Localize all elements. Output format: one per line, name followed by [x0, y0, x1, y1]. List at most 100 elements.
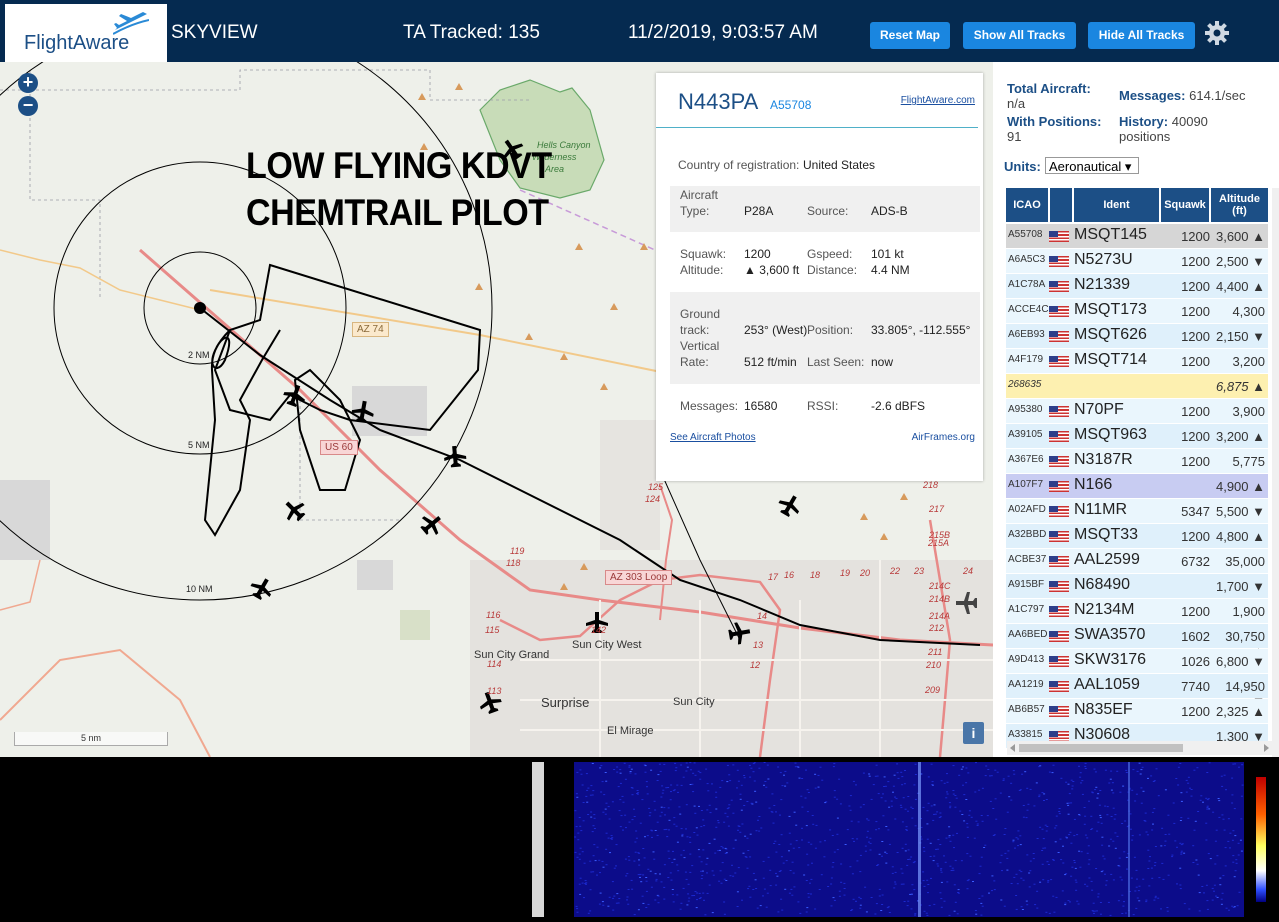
row-icao: A55708: [1008, 229, 1043, 240]
row-ident: MSQT626: [1074, 326, 1147, 343]
popup-section-track: [670, 292, 980, 384]
col-squawk[interactable]: Squawk: [1161, 188, 1209, 222]
tracked-count: TA Tracked: 135: [403, 22, 540, 43]
row-ident: N3187R: [1074, 451, 1133, 468]
messages-rate-value: 614.1/sec: [1189, 88, 1246, 103]
us-flag-icon: [1049, 606, 1069, 617]
exit-number-label: 125: [648, 482, 664, 492]
row-altitude: 3,200: [1232, 354, 1265, 369]
table-row[interactable]: A39105 MSQT963 1200 3,200 ▲: [1006, 424, 1268, 449]
exit-number-label: 114: [487, 659, 502, 669]
flightaware-link[interactable]: FlightAware.com: [901, 95, 975, 106]
place-label: Sun City Grand: [474, 649, 550, 661]
with-positions-label: With Positions:: [1007, 114, 1102, 129]
exit-number-label: 13: [753, 640, 764, 650]
col-altitude[interactable]: Altitude (ft): [1211, 188, 1268, 222]
gray-block: [0, 480, 50, 560]
units-select[interactable]: Aeronautical ▾: [1045, 157, 1139, 174]
table-row[interactable]: A1C78A N21339 1200 4,400 ▲: [1006, 274, 1268, 299]
road-label-us60: US 60: [320, 440, 358, 455]
row-icao: A367E6: [1008, 454, 1044, 465]
squawk-label: Squawk:: [680, 247, 727, 261]
table-row[interactable]: ACBE37 AAL2599 6732 35,000: [1006, 549, 1268, 574]
clock: 11/2/2019, 9:03:57 AM: [628, 22, 818, 43]
color-scale-bar: [1256, 777, 1266, 902]
table-row[interactable]: A55708 MSQT145 1200 3,600 ▲: [1006, 224, 1268, 249]
table-row[interactable]: A32BBD MSQT33 1200 4,800 ▲: [1006, 524, 1268, 549]
us-flag-icon: [1049, 431, 1069, 442]
units-label: Units:: [1004, 159, 1041, 174]
exit-number-label: 116: [486, 610, 501, 620]
table-row[interactable]: ACCE4C MSQT173 1200 4,300: [1006, 299, 1268, 324]
row-icao: AA6BED: [1008, 629, 1048, 640]
row-ident: MSQT714: [1074, 351, 1147, 368]
exit-number-label: 214A: [929, 611, 951, 621]
logo-text: FlightAware: [24, 32, 130, 54]
ring-label-5nm: 5 NM: [188, 440, 210, 450]
messages-value: 16580: [744, 399, 778, 413]
zoom-in-button[interactable]: +: [18, 73, 38, 93]
total-aircraft-value: n/a: [1007, 96, 1026, 111]
us-flag-icon: [1049, 656, 1069, 667]
table-row[interactable]: AB6B57 N835EF 1200 2,325 ▲: [1006, 699, 1268, 724]
us-flag-icon: [1049, 231, 1069, 242]
table-row[interactable]: A02AFD N11MR 5347 5,500 ▼: [1006, 499, 1268, 524]
airframes-link[interactable]: AirFrames.org: [912, 432, 975, 443]
row-icao: A32BBD: [1008, 529, 1047, 540]
table-scrollbar-h[interactable]: [1007, 741, 1272, 755]
row-ident: N166: [1074, 476, 1113, 493]
row-icao: A107F7: [1008, 479, 1044, 490]
row-icao: AA1219: [1008, 679, 1044, 690]
aircraft-photos-link[interactable]: See Aircraft Photos: [670, 432, 756, 443]
road-label-az74: AZ 74: [352, 322, 389, 337]
table-row[interactable]: AA6BEDSWA3570160230,750 ▲: [1006, 624, 1268, 659]
table-row[interactable]: 268635 6,875 ▲: [1006, 374, 1268, 399]
row-icao: A1C78A: [1008, 279, 1046, 290]
zoom-out-button[interactable]: −: [18, 96, 38, 116]
flightaware-logo[interactable]: FlightAware: [5, 4, 167, 62]
table-row[interactable]: A107F7 N166 4,900 ▲: [1006, 474, 1268, 499]
table-row[interactable]: A6A5C3 N5273U 1200 2,500 ▼: [1006, 249, 1268, 274]
table-row[interactable]: AA1219AAL1059774014,950 ▼: [1006, 674, 1268, 709]
map-info-button[interactable]: i: [963, 722, 984, 744]
row-altitude: 4,900 ▲: [1215, 479, 1265, 494]
col-flag[interactable]: [1050, 188, 1072, 222]
popup-hex: A55708: [770, 98, 812, 112]
exit-number-label: 210: [926, 660, 942, 670]
squawk-value: 1200: [744, 247, 771, 261]
road: [0, 559, 41, 611]
table-row[interactable]: A915BF N68490 1,700 ▼: [1006, 574, 1268, 599]
row-icao: A6EB93: [1008, 329, 1045, 340]
us-flag-icon: [1049, 406, 1069, 417]
row-ident: N11MR: [1074, 501, 1128, 518]
col-icao[interactable]: ICAO: [1006, 188, 1048, 222]
reset-map-button[interactable]: Reset Map: [870, 22, 950, 49]
row-ident: AAL2599: [1074, 551, 1140, 568]
country-value: United States: [803, 158, 876, 172]
aircraft-track: [213, 263, 482, 432]
table-row[interactable]: A95380 N70PF 1200 3,900: [1006, 399, 1268, 424]
header-bar: FlightAware SKYVIEW TA Tracked: 135 11/2…: [0, 0, 1279, 62]
hide-all-tracks-button[interactable]: Hide All Tracks: [1088, 22, 1195, 49]
table-row[interactable]: A6EB93 MSQT626 1200 2,150 ▼: [1006, 324, 1268, 349]
col-ident[interactable]: Ident: [1074, 188, 1159, 222]
rssi-value: -2.6 dBFS: [871, 399, 926, 413]
gear-icon[interactable]: [1204, 20, 1230, 46]
row-squawk: 1200: [1181, 429, 1210, 444]
us-flag-icon: [1049, 556, 1069, 567]
table-row[interactable]: A367E6 N3187R 1200 5,775: [1006, 449, 1268, 474]
source-value: ADS-B: [871, 204, 908, 218]
row-ident: N2134M: [1074, 601, 1135, 618]
table-row[interactable]: A9D413 SKW3176 1026 6,800 ▼: [1006, 649, 1268, 674]
us-flag-icon: [1049, 481, 1069, 492]
road-az74: [209, 289, 701, 381]
row-icao: A6A5C3: [1008, 254, 1046, 265]
rssi-label: RSSI:: [807, 399, 839, 413]
show-all-tracks-button[interactable]: Show All Tracks: [963, 22, 1076, 49]
table-row[interactable]: A1C797 N2134M 1200 1,900: [1006, 599, 1268, 624]
table-scrollbar-v[interactable]: [1272, 188, 1279, 757]
scale-bar: 5 nm: [14, 732, 168, 746]
table-row[interactable]: A4F179 MSQT714 1200 3,200: [1006, 349, 1268, 374]
row-squawk: 1200: [1181, 404, 1210, 419]
exit-number-label: 119: [510, 546, 525, 556]
